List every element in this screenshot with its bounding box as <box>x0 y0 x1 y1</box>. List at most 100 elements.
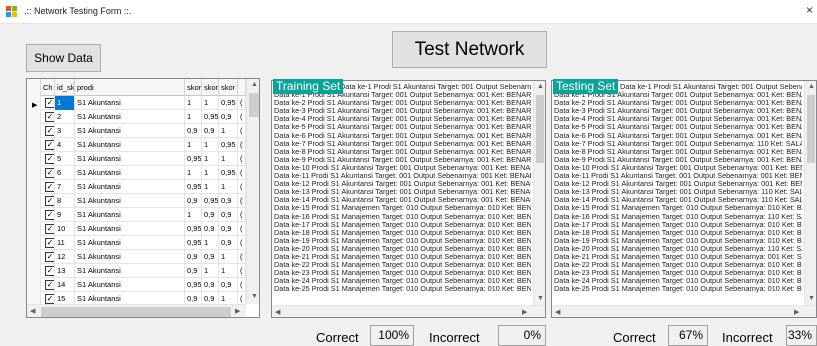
cell-skor-1[interactable]: 0,9 <box>185 124 202 138</box>
checkbox-checked-icon[interactable]: ✓ <box>45 252 54 262</box>
checkbox-checked-icon[interactable]: ✓ <box>45 98 54 108</box>
row-header[interactable] <box>27 194 41 208</box>
cell-skor-4[interactable]: ( <box>238 166 246 180</box>
cell-skor-2[interactable]: 0,9 <box>202 208 219 222</box>
cell-id-sk[interactable]: 2 <box>55 110 75 124</box>
checkbox-checked-icon[interactable]: ✓ <box>45 126 54 136</box>
row-checkbox[interactable]: ✓ <box>41 110 55 124</box>
cell-skor-4[interactable]: ( <box>238 124 246 138</box>
cell-skor-2[interactable]: 1 <box>202 236 219 250</box>
cell-skor-4[interactable]: ( <box>238 236 246 250</box>
training-vscroll-thumb[interactable] <box>536 95 544 163</box>
cell-skor-1[interactable]: 0,95 <box>185 152 202 166</box>
checkbox-checked-icon[interactable]: ✓ <box>45 196 54 206</box>
close-icon[interactable]: × <box>806 3 813 17</box>
cell-skor-4[interactable]: ( <box>238 250 246 264</box>
cell-skor-3[interactable]: 0,9 <box>219 236 238 250</box>
scroll-down-icon[interactable]: ▼ <box>537 295 544 302</box>
row-header[interactable] <box>27 166 41 180</box>
cell-skor-3[interactable]: 1 <box>219 292 238 304</box>
scroll-up-icon[interactable]: ▲ <box>537 83 544 90</box>
cell-skor-3[interactable]: 0,95 <box>219 138 238 152</box>
cell-prodi[interactable]: S1 Akuntansi <box>75 264 185 278</box>
table-row[interactable]: ✓ 2 S1 Akuntansi 1 0,95 0,9( <box>27 110 246 124</box>
cell-skor-3[interactable]: 0,95 <box>219 96 238 110</box>
cell-skor-1[interactable]: 0,9 <box>185 250 202 264</box>
checkbox-checked-icon[interactable]: ✓ <box>45 294 54 304</box>
row-header[interactable] <box>27 138 41 152</box>
table-row[interactable]: ✓ 8 S1 Akuntansi 0,9 0,95 0,9( <box>27 194 246 208</box>
training-set-textbox[interactable]: Data ke-1 Prodi S1 Akuntansi Target: 001… <box>271 80 546 318</box>
grid-vertical-scrollbar[interactable]: ▲ ▼ <box>246 79 259 304</box>
col-header-skor-3[interactable]: skor <box>219 79 238 96</box>
cell-skor-1[interactable]: 1 <box>185 110 202 124</box>
scroll-left-icon[interactable]: ◀ <box>555 308 560 316</box>
cell-prodi[interactable]: S1 Akuntansi <box>75 278 185 292</box>
cell-skor-4[interactable]: ( <box>238 264 246 278</box>
cell-prodi[interactable]: S1 Akuntansi <box>75 236 185 250</box>
cell-prodi[interactable]: S1 Akuntansi <box>75 292 185 304</box>
row-checkbox[interactable]: ✓ <box>41 180 55 194</box>
scroll-right-icon[interactable]: ▶ <box>522 308 527 316</box>
checkbox-checked-icon[interactable]: ✓ <box>45 168 54 178</box>
table-row[interactable]: ✓ 4 S1 Akuntansi 1 1 0,95( <box>27 138 246 152</box>
cell-skor-3[interactable]: 1 <box>219 180 238 194</box>
row-header[interactable] <box>27 180 41 194</box>
checkbox-checked-icon[interactable]: ✓ <box>45 224 54 234</box>
row-header[interactable] <box>27 250 41 264</box>
cell-skor-4[interactable]: ( <box>238 110 246 124</box>
cell-id-sk[interactable]: 7 <box>55 180 75 194</box>
cell-skor-2[interactable]: 0,9 <box>202 124 219 138</box>
cell-skor-1[interactable]: 1 <box>185 138 202 152</box>
checkbox-checked-icon[interactable]: ✓ <box>45 140 54 150</box>
table-row[interactable]: ✓ 11 S1 Akuntansi 0,95 1 0,9( <box>27 236 246 250</box>
cell-skor-3[interactable]: 1 <box>219 264 238 278</box>
table-row[interactable]: ✓ 7 S1 Akuntansi 0,95 1 1( <box>27 180 246 194</box>
cell-skor-4[interactable]: ( <box>238 278 246 292</box>
cell-skor-1[interactable]: 0,95 <box>185 180 202 194</box>
cell-prodi[interactable]: S1 Akuntansi <box>75 180 185 194</box>
testing-set-textbox[interactable]: Data ke-1 Prodi S1 Akuntansi Target: 001… <box>551 80 817 318</box>
cell-skor-2[interactable]: 1 <box>202 96 219 110</box>
checkbox-checked-icon[interactable]: ✓ <box>45 266 54 276</box>
scroll-down-icon[interactable]: ▼ <box>808 295 815 302</box>
cell-prodi[interactable]: S1 Akuntansi <box>75 152 185 166</box>
checkbox-checked-icon[interactable]: ✓ <box>45 280 54 290</box>
cell-skor-3[interactable]: 1 <box>219 152 238 166</box>
checkbox-checked-icon[interactable]: ✓ <box>45 182 54 192</box>
table-row[interactable]: ✓ 6 S1 Akuntansi 1 1 0,95( <box>27 166 246 180</box>
scroll-right-icon[interactable]: ▶ <box>794 308 799 316</box>
data-grid[interactable]: Ch id_sk prodi skor skor skor ▶ ✓ 1 S1 Akun… <box>26 78 260 318</box>
cell-id-sk[interactable]: 13 <box>55 264 75 278</box>
checkbox-checked-icon[interactable]: ✓ <box>45 154 54 164</box>
cell-skor-2[interactable]: 1 <box>202 166 219 180</box>
row-header[interactable] <box>27 236 41 250</box>
scroll-down-icon[interactable]: ▼ <box>251 293 258 300</box>
cell-id-sk[interactable]: 8 <box>55 194 75 208</box>
cell-id-sk[interactable]: 10 <box>55 222 75 236</box>
training-horizontal-scrollbar[interactable]: ◀ ▶ <box>272 305 545 317</box>
row-header[interactable] <box>27 264 41 278</box>
table-row[interactable]: ✓ 12 S1 Akuntansi 0,9 0,9 1( <box>27 250 246 264</box>
show-data-button[interactable]: Show Data <box>26 44 101 72</box>
cell-skor-3[interactable]: 1 <box>219 250 238 264</box>
cell-skor-3[interactable]: 0,9 <box>219 208 238 222</box>
row-checkbox[interactable]: ✓ <box>41 208 55 222</box>
cell-skor-4[interactable]: ( <box>238 152 246 166</box>
col-header-id-sk[interactable]: id_sk <box>55 79 75 96</box>
cell-skor-2[interactable]: 0,9 <box>202 250 219 264</box>
col-header-skor-2[interactable]: skor <box>202 79 219 96</box>
cell-skor-1[interactable]: 0,9 <box>185 194 202 208</box>
testing-horizontal-scrollbar[interactable]: ◀ ▶ <box>552 305 816 317</box>
cell-skor-1[interactable]: 0,9 <box>185 264 202 278</box>
row-checkbox[interactable]: ✓ <box>41 264 55 278</box>
cell-skor-1[interactable]: 0,95 <box>185 278 202 292</box>
cell-skor-1[interactable]: 0,95 <box>185 222 202 236</box>
row-checkbox[interactable]: ✓ <box>41 292 55 304</box>
scroll-up-icon[interactable]: ▲ <box>251 81 258 88</box>
table-row[interactable]: ✓ 13 S1 Akuntansi 0,9 1 1( <box>27 264 246 278</box>
cell-skor-1[interactable]: 0,9 <box>185 292 202 304</box>
training-vertical-scrollbar[interactable]: ▲ ▼ <box>533 81 545 305</box>
row-header[interactable] <box>27 292 41 304</box>
table-row[interactable]: ▶ ✓ 1 S1 Akuntansi 1 1 0,95( <box>27 96 246 110</box>
